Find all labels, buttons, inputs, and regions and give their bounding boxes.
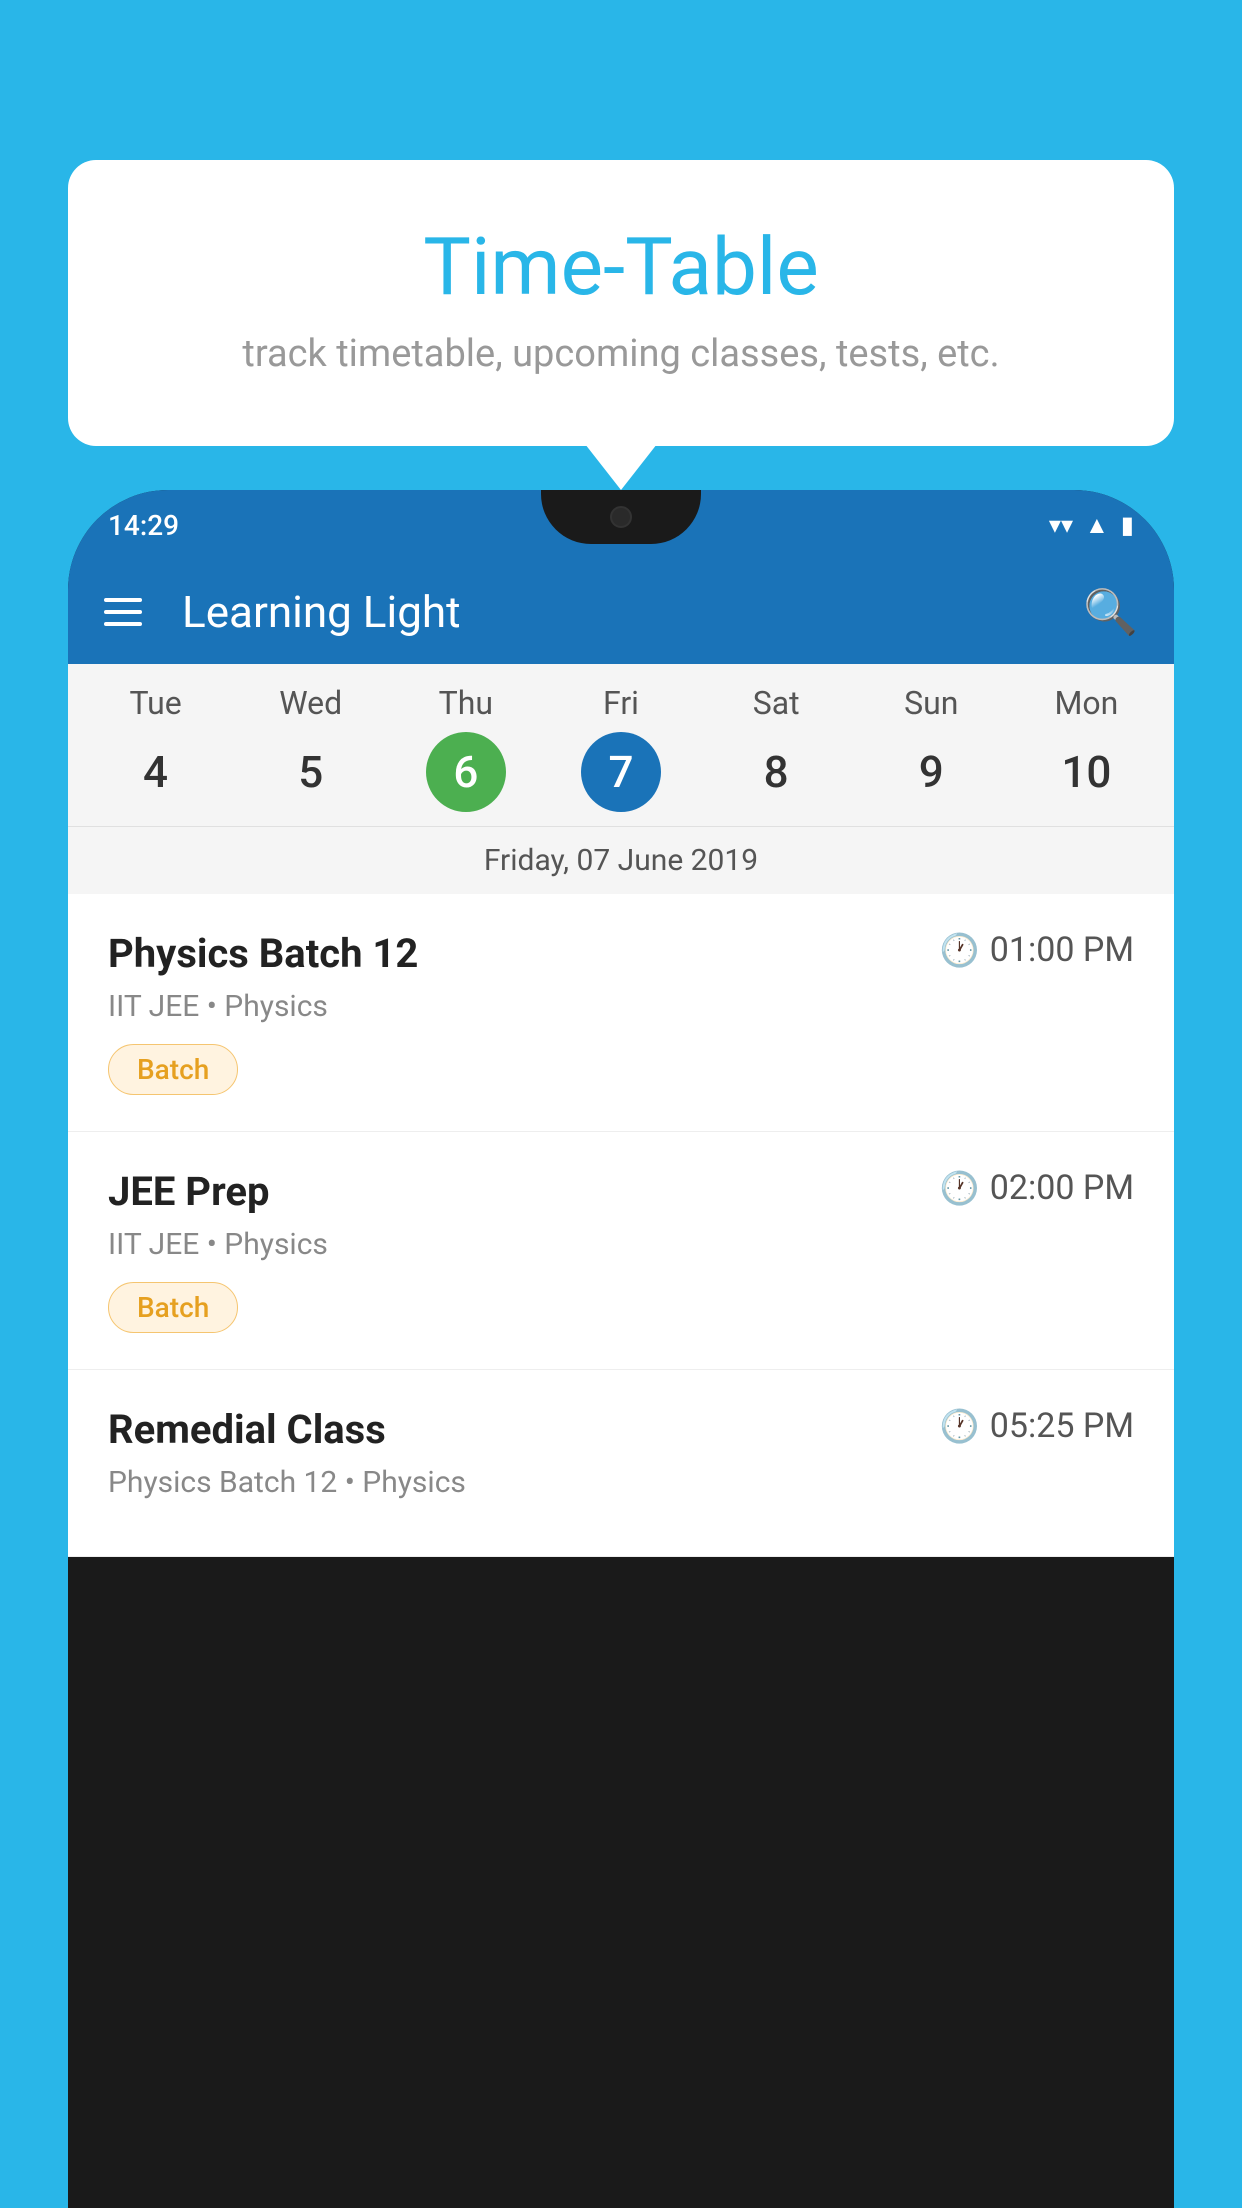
class-meta: IIT JEE • Physics <box>108 989 1134 1024</box>
day-name: Thu <box>439 684 493 722</box>
notch <box>541 490 701 544</box>
tooltip-subtitle: track timetable, upcoming classes, tests… <box>128 332 1114 376</box>
app-title: Learning Light <box>172 586 1053 638</box>
clock-icon: 🕐 <box>940 1407 980 1445</box>
clock-icon: 🕐 <box>940 1169 980 1207</box>
status-time: 14:29 <box>108 509 179 542</box>
day-col-5[interactable]: Wed 5 <box>241 684 381 822</box>
day-name: Mon <box>1054 684 1118 722</box>
day-name: Wed <box>279 684 342 722</box>
tooltip-title: Time-Table <box>128 220 1114 314</box>
day-number: 9 <box>891 732 971 812</box>
class-name: Remedial Class <box>108 1406 386 1453</box>
camera-dot <box>610 506 632 528</box>
class-time: 🕐 05:25 PM <box>940 1406 1134 1446</box>
day-name: Fri <box>603 684 639 722</box>
day-number: 6 <box>426 732 506 812</box>
class-meta: IIT JEE • Physics <box>108 1227 1134 1262</box>
day-number: 7 <box>581 732 661 812</box>
day-col-4[interactable]: Tue 4 <box>86 684 226 822</box>
class-name: Physics Batch 12 <box>108 930 418 977</box>
day-col-6[interactable]: Thu 6 <box>396 684 536 822</box>
status-icons: ▾▾ ▲ ▮ <box>1049 511 1134 540</box>
day-col-8[interactable]: Sat 8 <box>706 684 846 822</box>
day-number: 8 <box>736 732 816 812</box>
day-number: 5 <box>271 732 351 812</box>
wifi-icon: ▾▾ <box>1049 511 1073 539</box>
selected-date-label: Friday, 07 June 2019 <box>68 826 1174 894</box>
days-row: Tue 4 Wed 5 Thu 6 Fri 7 Sat 8 Sun 9 Mon 10 <box>68 684 1174 822</box>
day-name: Sat <box>753 684 800 722</box>
class-meta: Physics Batch 12 • Physics <box>108 1465 1134 1500</box>
status-bar: 14:29 ▾▾ ▲ ▮ <box>68 490 1174 560</box>
phone-frame: 14:29 ▾▾ ▲ ▮ Learning Light 🔍 Tue 4 Wed 5 Th… <box>68 490 1174 2208</box>
hamburger-menu-button[interactable] <box>104 598 142 626</box>
class-name: JEE Prep <box>108 1168 269 1215</box>
class-time: 🕐 01:00 PM <box>940 930 1134 970</box>
class-list-item[interactable]: Physics Batch 12 🕐 01:00 PM IIT JEE • Phys… <box>68 894 1174 1132</box>
day-col-10[interactable]: Mon 10 <box>1016 684 1156 822</box>
clock-icon: 🕐 <box>940 931 980 969</box>
signal-icon: ▲ <box>1085 511 1109 540</box>
day-col-9[interactable]: Sun 9 <box>861 684 1001 822</box>
day-name: Sun <box>904 684 958 722</box>
calendar-strip: Tue 4 Wed 5 Thu 6 Fri 7 Sat 8 Sun 9 Mon 10 Friday, 07… <box>68 664 1174 894</box>
day-number: 10 <box>1046 732 1126 812</box>
class-time: 🕐 02:00 PM <box>940 1168 1134 1208</box>
day-name: Tue <box>129 684 181 722</box>
day-col-7[interactable]: Fri 7 <box>551 684 691 822</box>
day-number: 4 <box>116 732 196 812</box>
batch-tag: Batch <box>108 1044 238 1095</box>
tooltip-card: Time-Table track timetable, upcoming cla… <box>68 160 1174 446</box>
batch-tag: Batch <box>108 1282 238 1333</box>
class-list-item[interactable]: Remedial Class 🕐 05:25 PM Physics Batch 12… <box>68 1370 1174 1557</box>
class-list: Physics Batch 12 🕐 01:00 PM IIT JEE • Phys… <box>68 894 1174 1557</box>
battery-icon: ▮ <box>1121 511 1134 539</box>
search-button[interactable]: 🔍 <box>1083 586 1138 638</box>
class-list-item[interactable]: JEE Prep 🕐 02:00 PM IIT JEE • Physics Batch <box>68 1132 1174 1370</box>
app-bar: Learning Light 🔍 <box>68 560 1174 664</box>
